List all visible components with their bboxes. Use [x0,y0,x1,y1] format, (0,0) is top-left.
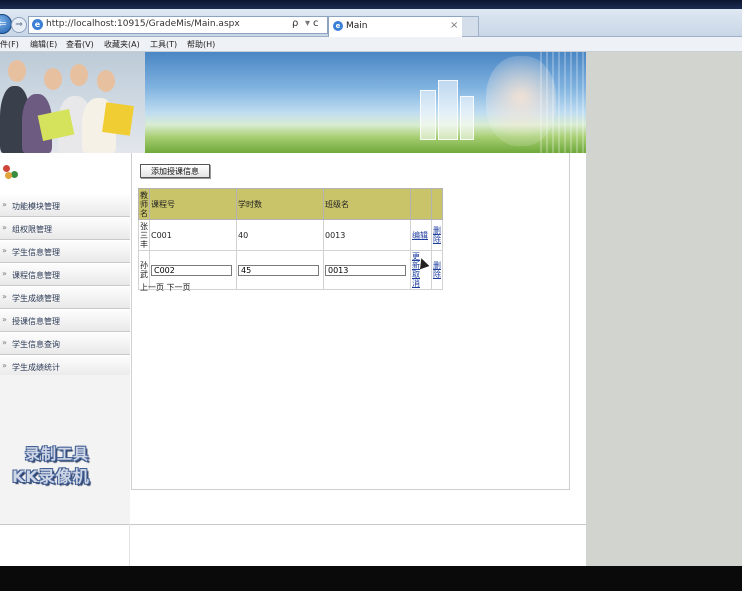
next-page-link[interactable]: 下一页 [167,283,191,292]
sidebar-item-label: 组权限管理 [12,225,52,234]
watermark-line-2: KK录像机 [12,467,90,486]
menu-bar: 件(F) 编辑(E) 查看(V) 收藏夹(A) 工具(T) 帮助(H) [0,37,742,52]
delete-link[interactable]: 删除 [433,261,441,279]
banner-people-image [0,52,145,153]
cancel-link[interactable]: 取消 [412,270,420,288]
hours-input[interactable] [238,264,319,276]
menu-view[interactable]: 查看(V) [66,39,94,50]
column-header-class: 班级名 [323,188,411,220]
column-header-action-1 [410,188,432,220]
cell-action-2: 删除 [431,250,443,290]
sidebar: » 功能模块管理 » 组权限管理 » 学生信息管理 » 课程信息管理 » 学生成… [0,153,130,566]
double-chevron-icon: » [2,223,7,232]
column-header-hours: 学时数 [236,188,324,220]
sidebar-item-group-permissions[interactable]: » 组权限管理 [0,217,130,240]
edit-link[interactable]: 编辑 [412,231,428,240]
double-chevron-icon: » [2,292,7,301]
sidebar-item-label: 学生信息查询 [12,340,60,349]
menu-help[interactable]: 帮助(H) [187,39,215,50]
sidebar-item-label: 学生成绩管理 [12,294,60,303]
sidebar-item-student-query[interactable]: » 学生信息查询 [0,332,130,355]
column-header-course: 课程号 [149,188,237,220]
new-tab-button[interactable] [462,16,479,37]
course-input[interactable] [151,264,232,276]
delete-link[interactable]: 删除 [433,226,441,244]
table-row: 张三丰 C001 40 0013 编辑 删除 [138,219,443,251]
sidebar-header [0,153,130,193]
cell-class: 0013 [323,219,411,251]
cell-action-1: 更新 取消 [410,250,432,290]
add-teaching-info-button[interactable]: 添加授课信息 [140,164,210,178]
cell-teacher: 张三丰 [138,219,150,251]
users-icon [3,165,21,179]
watermark-line-1: 录制工具 [25,445,90,463]
cell-class [323,250,411,290]
sidebar-item-course-info[interactable]: » 课程信息管理 [0,263,130,286]
menu-file[interactable]: 件(F) [0,39,19,50]
address-url[interactable]: http://localhost:10915/GradeMis/Main.asp… [46,19,240,29]
prev-page-link[interactable]: 上一页 [140,283,164,292]
double-chevron-icon: » [2,246,7,255]
sidebar-item-label: 授课信息管理 [12,317,60,326]
tab-title: Main [346,21,368,31]
menu-tools[interactable]: 工具(T) [150,39,177,50]
double-chevron-icon: » [2,338,7,347]
sidebar-item-teaching-info[interactable]: » 授课信息管理 [0,309,130,332]
bottom-bar [0,566,742,591]
search-icon[interactable]: ρ [292,18,298,29]
sidebar-item-label: 学生信息管理 [12,248,60,257]
header-banner [0,52,586,153]
sidebar-item-label: 课程信息管理 [12,271,60,280]
footer-column-divider [129,524,130,566]
menu-edit[interactable]: 编辑(E) [30,39,57,50]
pager: 上一页 下一页 [140,282,191,293]
address-separator: ▾ [305,18,311,29]
class-input[interactable] [325,264,406,276]
double-chevron-icon: » [2,200,7,209]
sidebar-item-student-grades[interactable]: » 学生成绩管理 [0,286,130,309]
refresh-icon[interactable]: ᴄ [313,18,319,29]
sidebar-item-module-management[interactable]: » 功能模块管理 [0,194,130,217]
column-header-teacher: 教师名 [138,188,150,220]
cell-action-1: 编辑 [410,219,432,251]
sidebar-item-label: 学生成绩统计 [12,363,60,372]
cell-course: C001 [149,219,237,251]
window-title-bar [0,0,742,9]
ie-page-icon: e [32,19,43,30]
double-chevron-icon: » [2,269,7,278]
cell-action-2: 删除 [431,219,443,251]
page: » 功能模块管理 » 组权限管理 » 学生信息管理 » 课程信息管理 » 学生成… [0,52,586,566]
sidebar-item-label: 功能模块管理 [12,202,60,211]
desktop-background [586,52,742,566]
tab-main[interactable]: e Main × [328,16,464,37]
table-header-row: 教师名 课程号 学时数 班级名 [138,188,443,220]
footer-divider [0,524,586,525]
column-header-action-2 [431,188,443,220]
cell-hours: 40 [236,219,324,251]
teaching-info-table: 教师名 课程号 学时数 班级名 张三丰 C001 40 0013 编辑 删除 孙… [138,188,443,290]
menu-favorites[interactable]: 收藏夹(A) [104,39,140,50]
forward-button[interactable]: ⇒ [11,17,27,33]
address-bar[interactable]: e http://localhost:10915/GradeMis/Main.a… [28,16,328,34]
sidebar-item-student-info[interactable]: » 学生信息管理 [0,240,130,263]
double-chevron-icon: » [2,361,7,370]
double-chevron-icon: » [2,315,7,324]
cell-hours [236,250,324,290]
sidebar-menu: » 功能模块管理 » 组权限管理 » 学生信息管理 » 课程信息管理 » 学生成… [0,194,130,378]
navigation-bar: ⇐ ⇒ e http://localhost:10915/GradeMis/Ma… [0,9,742,37]
ie-tab-icon: e [333,21,343,31]
close-icon[interactable]: × [450,20,458,31]
